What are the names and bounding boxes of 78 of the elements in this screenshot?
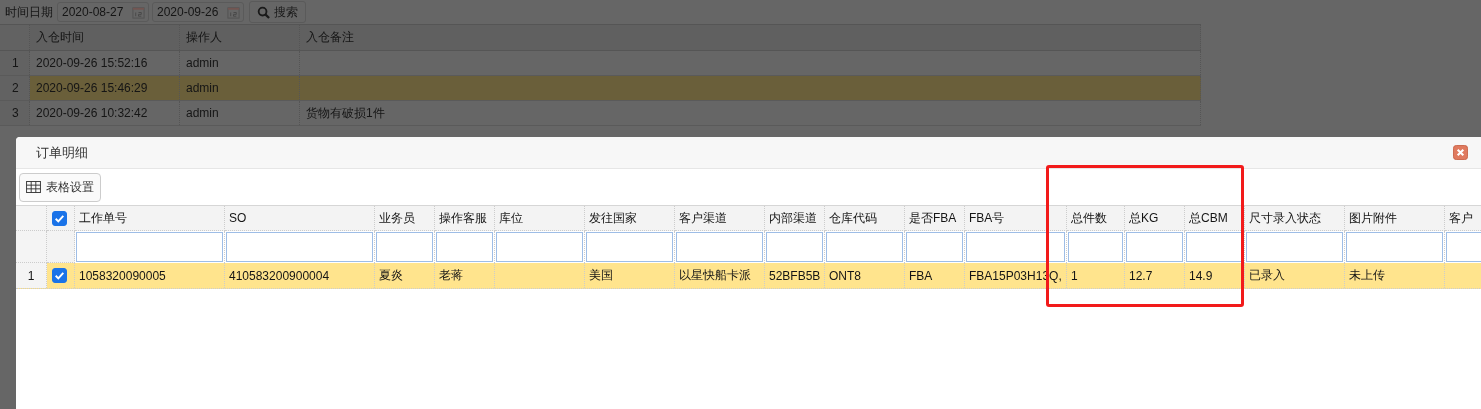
filter-input[interactable] <box>76 232 223 262</box>
column-header: 客户 <box>1445 206 1481 231</box>
column-header: 工作单号 <box>75 206 225 231</box>
end-date-field[interactable]: 2020-09-26 <box>152 2 244 22</box>
table-cell: 2020-09-26 15:46:29 <box>30 76 180 100</box>
filter-input[interactable] <box>376 232 433 262</box>
filter-input[interactable] <box>1186 232 1243 262</box>
calendar-icon[interactable] <box>227 5 240 19</box>
table-cell: 老蒋 <box>435 263 495 288</box>
table-cell: admin <box>180 51 300 75</box>
row-number: 1 <box>0 51 30 75</box>
row-number: 2 <box>0 76 30 100</box>
column-header: 总件数 <box>1067 206 1125 231</box>
column-header: 总KG <box>1125 206 1185 231</box>
table-cell: 以星快船卡派 <box>675 263 765 288</box>
table-cell: 已录入 <box>1245 263 1345 288</box>
filter-input[interactable] <box>1126 232 1183 262</box>
dialog-title: 订单明细 <box>36 143 88 162</box>
filter-input[interactable] <box>436 232 493 262</box>
filter-input[interactable] <box>766 232 823 262</box>
column-header: 操作人 <box>180 25 300 50</box>
date-range-label: 时间日期 <box>5 3 53 21</box>
checkmark-icon <box>53 269 66 282</box>
column-header: 操作客服 <box>435 206 495 231</box>
select-all-checkbox[interactable] <box>52 210 67 226</box>
table-cell: 410583200900004 <box>225 263 375 288</box>
column-header: 图片附件 <box>1345 206 1445 231</box>
close-icon[interactable] <box>1453 145 1468 160</box>
table-cell: admin <box>180 101 300 125</box>
table-row[interactable]: 2 2020-09-26 15:46:29 admin <box>0 76 1201 101</box>
table-cell: admin <box>180 76 300 100</box>
table-row[interactable]: 3 2020-09-26 10:32:42 admin 货物有破损1件 <box>0 101 1201 126</box>
table-cell: 夏炎 <box>375 263 435 288</box>
filter-input[interactable] <box>1346 232 1443 262</box>
column-header: 客户渠道 <box>675 206 765 231</box>
filter-input[interactable] <box>226 232 373 262</box>
table-cell: ONT8 <box>825 263 905 288</box>
search-icon <box>257 5 270 19</box>
filter-input[interactable] <box>496 232 583 262</box>
table-cell: 美国 <box>585 263 675 288</box>
filter-input[interactable] <box>1246 232 1343 262</box>
column-header: 发往国家 <box>585 206 675 231</box>
column-header: 仓库代码 <box>825 206 905 231</box>
table-settings-button[interactable]: 表格设置 <box>19 172 101 202</box>
table-cell: 未上传 <box>1345 263 1445 288</box>
calendar-icon[interactable] <box>132 5 145 19</box>
column-header: 入仓时间 <box>30 25 180 50</box>
filter-input[interactable] <box>826 232 903 262</box>
table-cell: 2020-09-26 10:32:42 <box>30 101 180 125</box>
table-cell: FBA <box>905 263 965 288</box>
column-header: 总CBM <box>1185 206 1245 231</box>
filter-input[interactable] <box>676 232 763 262</box>
filter-row-corner-cell <box>16 231 47 263</box>
column-header: 尺寸录入状态 <box>1245 206 1345 231</box>
table-icon <box>26 181 41 193</box>
table-cell: 1 <box>1067 263 1125 288</box>
column-header: 库位 <box>495 206 585 231</box>
table-cell: 14.9 <box>1185 263 1245 288</box>
column-header: FBA号 <box>965 206 1067 231</box>
column-header: SO <box>225 206 375 231</box>
filter-input[interactable] <box>1068 232 1123 262</box>
filter-input[interactable] <box>966 232 1065 262</box>
filter-input[interactable] <box>906 232 963 262</box>
table-cell: 52BFB5B <box>765 263 825 288</box>
table-cell: 2020-09-26 15:52:16 <box>30 51 180 75</box>
table-cell: 12.7 <box>1125 263 1185 288</box>
filter-input[interactable] <box>586 232 673 262</box>
column-header: 内部渠道 <box>765 206 825 231</box>
column-header: 入仓备注 <box>300 25 1201 50</box>
table-cell: 货物有破损1件 <box>300 101 1201 125</box>
row-number: 3 <box>0 101 30 125</box>
start-date-field[interactable]: 2020-08-27 <box>57 2 149 22</box>
column-header: 业务员 <box>375 206 435 231</box>
search-button[interactable]: 搜索 <box>249 1 306 23</box>
row-checkbox[interactable] <box>52 268 67 283</box>
table-cell: 1058320090005 <box>75 263 225 288</box>
row-number: 1 <box>16 263 47 288</box>
column-header: 是否FBA <box>905 206 965 231</box>
